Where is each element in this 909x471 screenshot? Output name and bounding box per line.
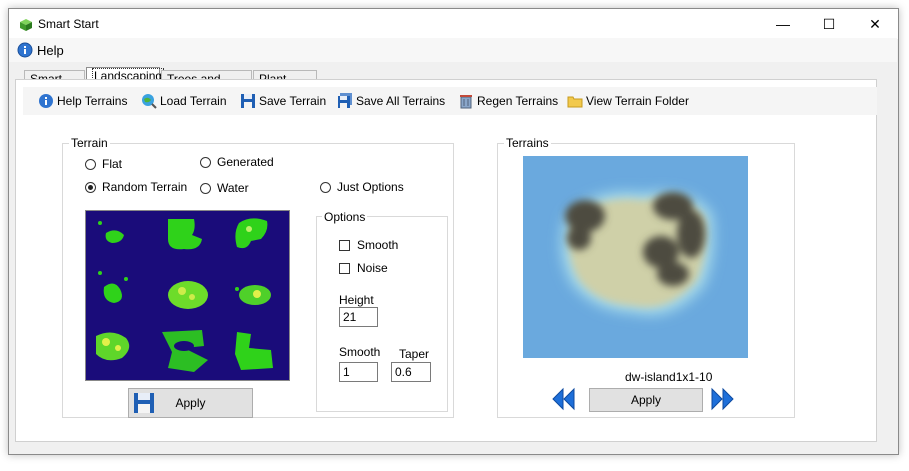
terrain-thumbnail-grid xyxy=(85,210,290,381)
radio-random-label: Random Terrain xyxy=(102,180,188,194)
checkbox[interactable] xyxy=(339,239,350,251)
smooth-checkbox-label: Smooth xyxy=(357,238,399,252)
terrain-apply-label: Apply xyxy=(175,396,206,410)
view-terrain-folder-label: View Terrain Folder xyxy=(586,94,689,108)
smooth-input[interactable] xyxy=(339,362,378,382)
radio-random-terrain[interactable]: Random Terrain xyxy=(85,180,187,194)
terrains-apply-label: Apply xyxy=(630,393,662,407)
load-terrain-button[interactable]: Load Terrain xyxy=(141,92,227,110)
noise-checkbox[interactable]: Noise xyxy=(339,261,388,275)
floppy-disks-icon xyxy=(338,93,352,108)
noise-checkbox-label: Noise xyxy=(357,261,388,275)
terrain-thumbnail[interactable] xyxy=(221,267,289,323)
radio-button-selected[interactable] xyxy=(85,181,96,193)
menu-help[interactable]: Help xyxy=(17,41,64,59)
regen-terrains-button[interactable]: Regen Terrains xyxy=(458,92,558,110)
save-all-terrains-button[interactable]: Save All Terrains xyxy=(337,92,445,110)
height-label: Height xyxy=(339,293,374,307)
maximize-button[interactable]: ☐ xyxy=(806,9,852,39)
next-terrain-button[interactable] xyxy=(710,387,735,411)
app-logo-icon xyxy=(20,19,32,31)
floppy-disk-icon xyxy=(134,393,154,413)
terrains-group-title: Terrains xyxy=(504,136,551,150)
radio-just-options-label: Just Options xyxy=(337,180,404,194)
options-group-title: Options xyxy=(322,210,368,224)
terrain-thumbnail[interactable] xyxy=(154,267,222,323)
regen-terrains-label: Regen Terrains xyxy=(477,94,559,108)
radio-button[interactable] xyxy=(200,156,211,168)
help-terrains-button[interactable]: Help Terrains xyxy=(38,92,127,110)
terrain-thumbnail[interactable] xyxy=(86,267,154,323)
radio-flat-label: Flat xyxy=(102,157,123,171)
save-terrain-button[interactable]: Save Terrain xyxy=(240,92,326,110)
radio-water-label: Water xyxy=(217,181,249,195)
terrain-thumbnail[interactable] xyxy=(86,324,154,380)
close-button[interactable]: ✕ xyxy=(852,9,898,39)
load-terrain-label: Load Terrain xyxy=(160,94,227,108)
checkbox[interactable] xyxy=(339,262,350,274)
radio-button[interactable] xyxy=(200,182,211,194)
terrain-name-label: dw-island1x1-10 xyxy=(625,370,713,384)
menu-bar: Help xyxy=(9,38,897,62)
previous-terrain-button[interactable] xyxy=(551,387,576,411)
radio-button[interactable] xyxy=(85,158,96,170)
height-input[interactable] xyxy=(339,307,378,327)
terrain-thumbnail[interactable] xyxy=(154,211,222,267)
view-terrain-folder-button[interactable]: View Terrain Folder xyxy=(567,92,689,110)
minimize-button[interactable]: — xyxy=(760,9,806,39)
save-all-terrains-label: Save All Terrains xyxy=(356,94,446,108)
radio-just-options[interactable]: Just Options xyxy=(320,180,404,194)
terrain-apply-button[interactable]: Apply xyxy=(128,388,253,418)
taper-input[interactable] xyxy=(391,362,431,382)
terrain-thumbnail[interactable] xyxy=(221,211,289,267)
terrains-apply-button[interactable]: Apply xyxy=(589,388,703,412)
window-title: Smart Start xyxy=(38,17,99,31)
save-terrain-label: Save Terrain xyxy=(259,94,327,108)
terrain-preview-image xyxy=(523,156,748,358)
terrain-thumbnail[interactable] xyxy=(154,324,222,380)
radio-generated-label: Generated xyxy=(217,155,274,169)
info-icon xyxy=(39,94,53,108)
help-terrains-label: Help Terrains xyxy=(57,94,128,108)
menu-help-label: Help xyxy=(37,42,64,58)
taper-label: Taper xyxy=(399,347,430,361)
terrain-thumbnail[interactable] xyxy=(86,211,154,267)
info-icon xyxy=(17,42,33,58)
radio-generated[interactable]: Generated xyxy=(200,155,274,169)
terrain-group-title: Terrain xyxy=(69,136,110,150)
smooth-label: Smooth xyxy=(339,345,381,359)
floppy-disk-icon xyxy=(241,94,255,108)
globe-search-icon xyxy=(142,94,157,109)
radio-flat[interactable]: Flat xyxy=(85,157,122,171)
recycle-bin-icon xyxy=(460,95,472,109)
radio-button[interactable] xyxy=(320,181,331,193)
title-bar: Smart Start — ☐ ✕ xyxy=(9,9,898,39)
smooth-checkbox[interactable]: Smooth xyxy=(339,238,398,252)
toolbar: Help Terrains Load Terrain Save Terrain … xyxy=(23,87,877,115)
terrain-thumbnail[interactable] xyxy=(221,324,289,380)
radio-water[interactable]: Water xyxy=(200,181,249,195)
folder-icon xyxy=(567,96,583,108)
